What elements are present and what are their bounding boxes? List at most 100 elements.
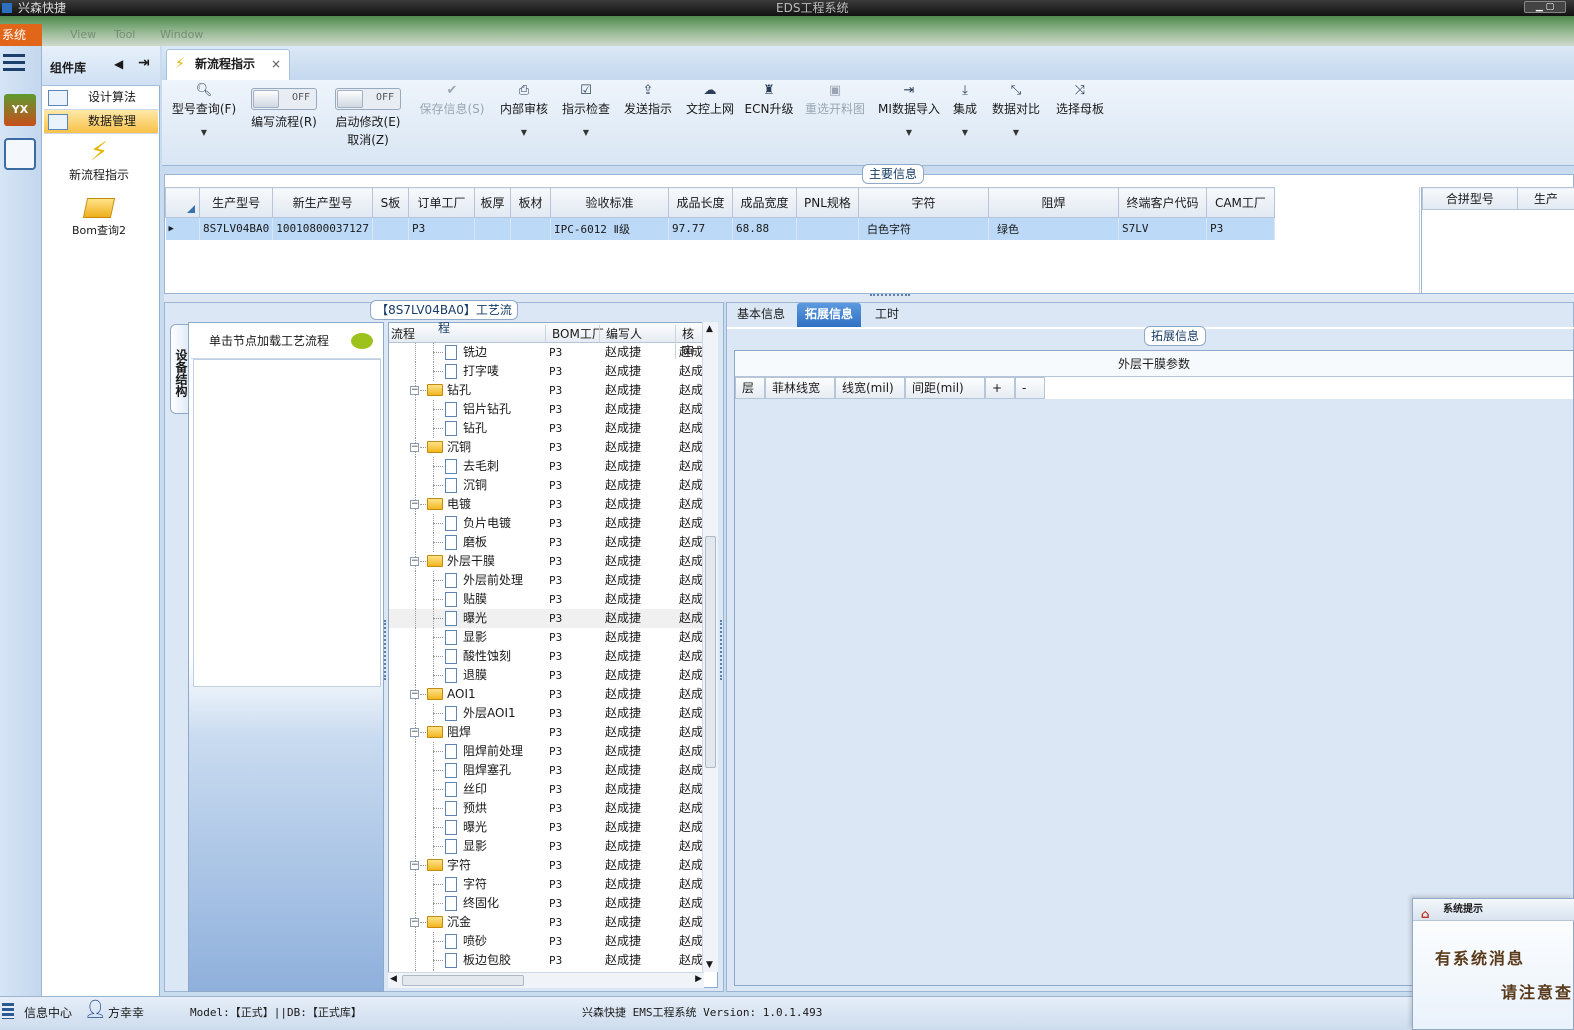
column-header[interactable]: 成品宽度 bbox=[731, 187, 797, 218]
table-cell[interactable]: 68.88 bbox=[732, 217, 797, 240]
info-center-link[interactable]: 信息中心 bbox=[24, 1004, 72, 1021]
tree-row[interactable]: 喷砂 P3 赵成捷 赵成 bbox=[389, 932, 705, 951]
tree-row[interactable]: 阻焊前处理 P3 赵成捷 赵成 bbox=[389, 742, 705, 761]
hamburger-menu-icon[interactable] bbox=[3, 54, 25, 74]
chevron-down-icon[interactable]: ▼ bbox=[496, 128, 552, 137]
scroll-up-icon[interactable]: ▲ bbox=[706, 324, 713, 334]
tree-row[interactable]: 预烘 P3 赵成捷 赵成 bbox=[389, 799, 705, 818]
tree-row[interactable]: − 电镀 P3 赵成捷 赵成 bbox=[389, 495, 705, 514]
collapse-icon[interactable]: − bbox=[410, 728, 419, 737]
ribbon-button-1[interactable]: ⎙ 内部审核 ▼ bbox=[496, 82, 552, 146]
nav-item-design-algorithm[interactable]: 设计算法 bbox=[44, 86, 158, 110]
scroll-down-icon[interactable]: ▼ bbox=[706, 960, 713, 970]
table-cell[interactable] bbox=[510, 217, 551, 240]
menu-window[interactable]: Window bbox=[160, 28, 203, 41]
calculator-icon[interactable] bbox=[4, 138, 36, 170]
ribbon-button-10[interactable]: ⤨ 选择母板 bbox=[1052, 82, 1108, 146]
ribbon-button-3[interactable]: ⇪ 发送指示 bbox=[620, 82, 676, 146]
tree-row[interactable]: 铣边 P3 赵成捷 赵成 bbox=[389, 343, 705, 362]
column-header[interactable]: 生产 bbox=[1516, 187, 1574, 210]
toggle-switch[interactable]: OFF bbox=[251, 88, 317, 110]
column-header[interactable]: 板厚 bbox=[473, 187, 511, 218]
column-header[interactable]: 阻焊 bbox=[987, 187, 1119, 218]
ribbon-button-2[interactable]: ☑ 指示检查 ▼ bbox=[558, 82, 614, 146]
collapse-icon[interactable]: − bbox=[410, 690, 419, 699]
table-cell[interactable]: IPC-6012 Ⅱ级 bbox=[550, 217, 669, 240]
column-header[interactable]: 成品长度 bbox=[667, 187, 733, 218]
column-header[interactable]: PNL规格 bbox=[795, 187, 859, 218]
tree-row[interactable]: − 钻孔 P3 赵成捷 赵成 bbox=[389, 381, 705, 400]
table-cell[interactable]: 10010800037127 bbox=[272, 217, 373, 240]
toggle-switch[interactable]: OFF bbox=[335, 88, 401, 110]
tree-row[interactable]: 终固化 P3 赵成捷 赵成 bbox=[389, 894, 705, 913]
vertical-splitter-right[interactable] bbox=[720, 620, 724, 680]
ribbon-button-8[interactable]: ⤓ 集成 ▼ bbox=[950, 82, 980, 146]
minimize-button[interactable]: ▁ ▢ bbox=[1524, 1, 1566, 13]
model-query-button[interactable]: 🔍︎ 型号查询(F) ▼ bbox=[168, 82, 240, 146]
system-menu[interactable]: 系统 bbox=[0, 24, 42, 46]
tree-row[interactable]: 贴膜 P3 赵成捷 赵成 bbox=[389, 590, 705, 609]
ribbon-button-4[interactable]: ☁ 文控上网 bbox=[682, 82, 738, 146]
tree-row[interactable]: − 外层干膜 P3 赵成捷 赵成 bbox=[389, 552, 705, 571]
column-header[interactable]: CAM工厂 bbox=[1205, 187, 1275, 218]
param-column-header[interactable]: + bbox=[985, 377, 1015, 399]
tree-row[interactable]: − AOI1 P3 赵成捷 赵成 bbox=[389, 685, 705, 704]
tree-row[interactable]: 铝片钻孔 P3 赵成捷 赵成 bbox=[389, 400, 705, 419]
table-cell[interactable]: 8S7LV04BA0 bbox=[199, 217, 274, 240]
tab-work-hours[interactable]: 工时 bbox=[867, 303, 907, 327]
column-header[interactable]: 新生产型号 bbox=[272, 187, 373, 218]
tree-row[interactable]: 外层前处理 P3 赵成捷 赵成 bbox=[389, 571, 705, 590]
tree-row[interactable]: 丝印 P3 赵成捷 赵成 bbox=[389, 780, 705, 799]
tree-row[interactable]: 钻孔 P3 赵成捷 赵成 bbox=[389, 419, 705, 438]
ribbon-button-5[interactable]: ♜ ECN升级 bbox=[744, 82, 794, 146]
tree-row[interactable]: 板边包胶 P3 赵成捷 赵成 bbox=[389, 951, 705, 970]
ribbon-button-6[interactable]: ▣ 重选开料图 bbox=[802, 82, 868, 146]
column-header[interactable]: S板 bbox=[371, 187, 409, 218]
column-header[interactable]: 验收标准 bbox=[549, 187, 669, 218]
row-selector-icon[interactable]: ▶ bbox=[165, 217, 200, 240]
write-process-toggle[interactable]: OFF 编写流程(R) bbox=[246, 82, 322, 146]
ribbon-button-9[interactable]: ⤡ 数据对比 ▼ bbox=[988, 82, 1044, 146]
collapse-icon[interactable]: − bbox=[410, 861, 419, 870]
column-header[interactable]: 生产型号 bbox=[198, 187, 274, 218]
table-cell[interactable] bbox=[474, 217, 511, 240]
tree-row[interactable]: 外层AOI1 P3 赵成捷 赵成 bbox=[389, 704, 705, 723]
tree-row[interactable]: 曝光 P3 赵成捷 赵成 bbox=[389, 609, 705, 628]
collapse-icon[interactable]: − bbox=[410, 500, 419, 509]
table-cell[interactable]: 白色字符 bbox=[858, 217, 989, 240]
table-cell[interactable]: P3 bbox=[1206, 217, 1275, 240]
tree-row[interactable]: 打字唛 P3 赵成捷 赵成 bbox=[389, 362, 705, 381]
scroll-thumb[interactable] bbox=[402, 975, 524, 986]
tab-extended-info[interactable]: 拓展信息 bbox=[797, 303, 862, 327]
tree-row[interactable]: − 沉金 P3 赵成捷 赵成 bbox=[389, 913, 705, 932]
column-header[interactable]: 终端客户代码 bbox=[1117, 187, 1207, 218]
tree-row[interactable]: 去毛刺 P3 赵成捷 赵成 bbox=[389, 457, 705, 476]
param-column-header[interactable]: - bbox=[1015, 377, 1045, 399]
chevron-down-icon[interactable]: ▼ bbox=[988, 128, 1044, 137]
table-cell[interactable]: 绿色 bbox=[988, 217, 1119, 240]
ribbon-button-0[interactable]: ✔ 保存信息(S) bbox=[414, 82, 490, 146]
scroll-thumb[interactable] bbox=[705, 536, 716, 768]
collapse-icon[interactable]: − bbox=[410, 386, 419, 395]
chevron-down-icon[interactable]: ▼ bbox=[950, 128, 980, 137]
collapse-left-icon[interactable]: ◀ bbox=[114, 57, 123, 71]
menu-tool[interactable]: Tool bbox=[114, 28, 135, 41]
tree-row[interactable]: 磨板 P3 赵成捷 赵成 bbox=[389, 533, 705, 552]
tree-row[interactable]: 显影 P3 赵成捷 赵成 bbox=[389, 628, 705, 647]
column-header[interactable]: 合拼型号 bbox=[1422, 187, 1518, 210]
tree-row[interactable]: − 阻焊 P3 赵成捷 赵成 bbox=[389, 723, 705, 742]
table-cell[interactable]: P3 bbox=[408, 217, 475, 240]
start-modify-toggle[interactable]: OFF 启动修改(E) 取消(Z) bbox=[330, 82, 406, 149]
cancel-button[interactable]: 取消(Z) bbox=[330, 131, 406, 149]
tool-new-process[interactable]: ⚡ 新流程指示 bbox=[64, 138, 134, 188]
scroll-right-icon[interactable]: ▶ bbox=[695, 974, 702, 984]
tree-row[interactable]: − 字符 P3 赵成捷 赵成 bbox=[389, 856, 705, 875]
factory-icon[interactable]: YX bbox=[4, 94, 36, 126]
ribbon-button-7[interactable]: ⇥ MI数据导入 ▼ bbox=[876, 82, 942, 146]
tree-row[interactable]: 曝光 P3 赵成捷 赵成 bbox=[389, 818, 705, 837]
chevron-down-icon[interactable]: ▼ bbox=[168, 128, 240, 137]
tree-row[interactable]: 阻焊塞孔 P3 赵成捷 赵成 bbox=[389, 761, 705, 780]
tree-row[interactable]: 退膜 P3 赵成捷 赵成 bbox=[389, 666, 705, 685]
tree-row[interactable]: 负片电镀 P3 赵成捷 赵成 bbox=[389, 514, 705, 533]
table-cell[interactable]: 97.77 bbox=[668, 217, 733, 240]
